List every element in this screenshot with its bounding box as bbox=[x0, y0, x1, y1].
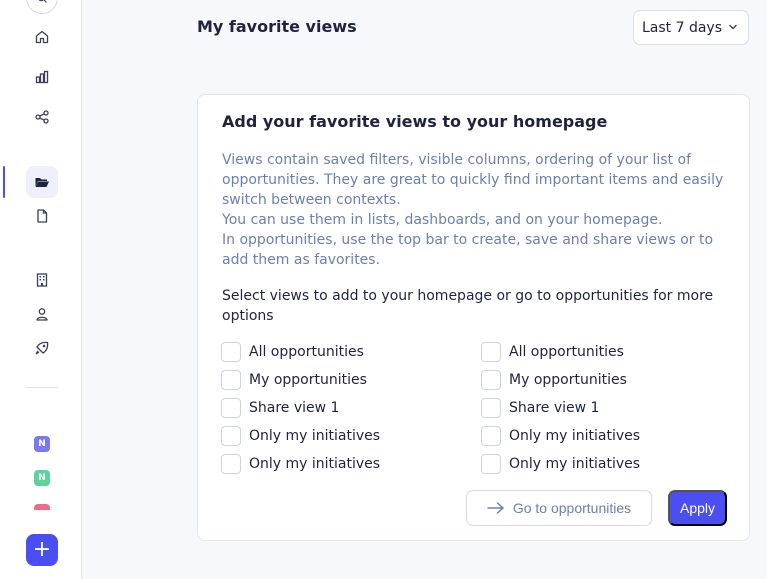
view-label: My opportunities bbox=[249, 372, 367, 388]
document-icon bbox=[37, 209, 48, 223]
view-checkbox[interactable] bbox=[221, 370, 241, 390]
search-button[interactable] bbox=[26, 0, 58, 14]
folder-open-icon bbox=[35, 178, 49, 187]
view-label: All opportunities bbox=[509, 344, 624, 360]
sidebar-item-analytics[interactable] bbox=[26, 61, 58, 93]
home-icon bbox=[35, 30, 49, 44]
select-views-label: Select views to add to your homepage or … bbox=[222, 288, 714, 324]
date-range-value: Last 7 days bbox=[642, 19, 723, 36]
sidebar-item-connections[interactable] bbox=[26, 101, 58, 133]
view-label: All opportunities bbox=[249, 344, 364, 360]
go-to-opportunities-button[interactable]: Go to opportunities bbox=[466, 490, 652, 526]
card-title: Add your favorite views to your homepage bbox=[222, 112, 608, 131]
sidebar-item-contacts[interactable] bbox=[26, 298, 58, 330]
sidebar-item-home[interactable] bbox=[26, 21, 58, 53]
view-checkbox-row[interactable]: My opportunities bbox=[221, 370, 367, 390]
description-paragraph: You can use them in lists, dashboards, a… bbox=[222, 212, 663, 228]
view-checkbox[interactable] bbox=[221, 426, 241, 446]
view-checkbox[interactable] bbox=[481, 370, 501, 390]
bar-chart-icon bbox=[35, 70, 49, 84]
view-checkbox-row[interactable]: Share view 1 bbox=[481, 398, 599, 418]
sidebar-item-folders[interactable] bbox=[26, 166, 58, 198]
view-checkbox[interactable] bbox=[221, 342, 241, 362]
description-paragraph: Views contain saved filters, visible col… bbox=[222, 152, 724, 208]
active-indicator bbox=[3, 166, 5, 198]
view-label: Only my initiatives bbox=[509, 456, 641, 472]
go-to-opportunities-label: Go to opportunities bbox=[512, 500, 632, 516]
view-label: Only my initiatives bbox=[509, 428, 641, 444]
view-checkbox-row[interactable]: Share view 1 bbox=[221, 398, 339, 418]
view-label: Share view 1 bbox=[249, 400, 340, 416]
workspace-badge[interactable]: N bbox=[34, 436, 50, 452]
building-icon bbox=[36, 273, 48, 287]
view-checkbox-row[interactable]: My opportunities bbox=[481, 370, 627, 390]
view-label: Only my initiatives bbox=[249, 456, 381, 472]
view-checkbox[interactable] bbox=[481, 426, 501, 446]
view-label: My opportunities bbox=[509, 372, 627, 388]
view-label: Only my initiatives bbox=[249, 428, 381, 444]
apply-button[interactable]: Apply bbox=[668, 490, 727, 526]
view-checkbox-row[interactable]: Only my initiatives bbox=[481, 454, 640, 474]
view-checkbox[interactable] bbox=[481, 342, 501, 362]
sidebar-item-documents[interactable] bbox=[26, 200, 58, 232]
view-checkbox[interactable] bbox=[481, 398, 501, 418]
page-title: My favorite views bbox=[197, 17, 357, 36]
rocket-icon bbox=[35, 341, 49, 355]
search-icon bbox=[38, 0, 47, 3]
view-checkbox-row[interactable]: Only my initiatives bbox=[221, 426, 380, 446]
card-description: Views contain saved filters, visible col… bbox=[222, 150, 737, 270]
sidebar: N N + bbox=[0, 0, 82, 579]
view-checkbox-row[interactable]: All opportunities bbox=[221, 342, 364, 362]
view-checkbox-row[interactable]: Only my initiatives bbox=[221, 454, 380, 474]
description-paragraph: In opportunities, use the top bar to cre… bbox=[222, 232, 714, 268]
view-checkbox-row[interactable]: All opportunities bbox=[481, 342, 624, 362]
arrow-right-icon bbox=[487, 502, 504, 514]
view-checkbox[interactable] bbox=[481, 454, 501, 474]
date-range-select[interactable]: Last 7 days bbox=[633, 10, 749, 45]
view-label: Share view 1 bbox=[509, 400, 600, 416]
sidebar-item-launches[interactable] bbox=[26, 332, 58, 364]
view-checkbox-row[interactable]: Only my initiatives bbox=[481, 426, 640, 446]
share-nodes-icon bbox=[35, 110, 49, 124]
plus-icon: + bbox=[32, 537, 52, 562]
favorite-views-card: Add your favorite views to your homepage… bbox=[197, 94, 750, 541]
workspace-badge-partial[interactable] bbox=[34, 504, 50, 510]
view-checkbox[interactable] bbox=[221, 398, 241, 418]
user-icon bbox=[36, 308, 48, 321]
sidebar-divider bbox=[26, 387, 58, 388]
chevron-down-icon bbox=[729, 24, 737, 30]
sidebar-item-companies[interactable] bbox=[26, 264, 58, 296]
workspace-badge[interactable]: N bbox=[34, 470, 50, 486]
view-checkbox[interactable] bbox=[221, 454, 241, 474]
add-button[interactable]: + bbox=[26, 534, 58, 566]
